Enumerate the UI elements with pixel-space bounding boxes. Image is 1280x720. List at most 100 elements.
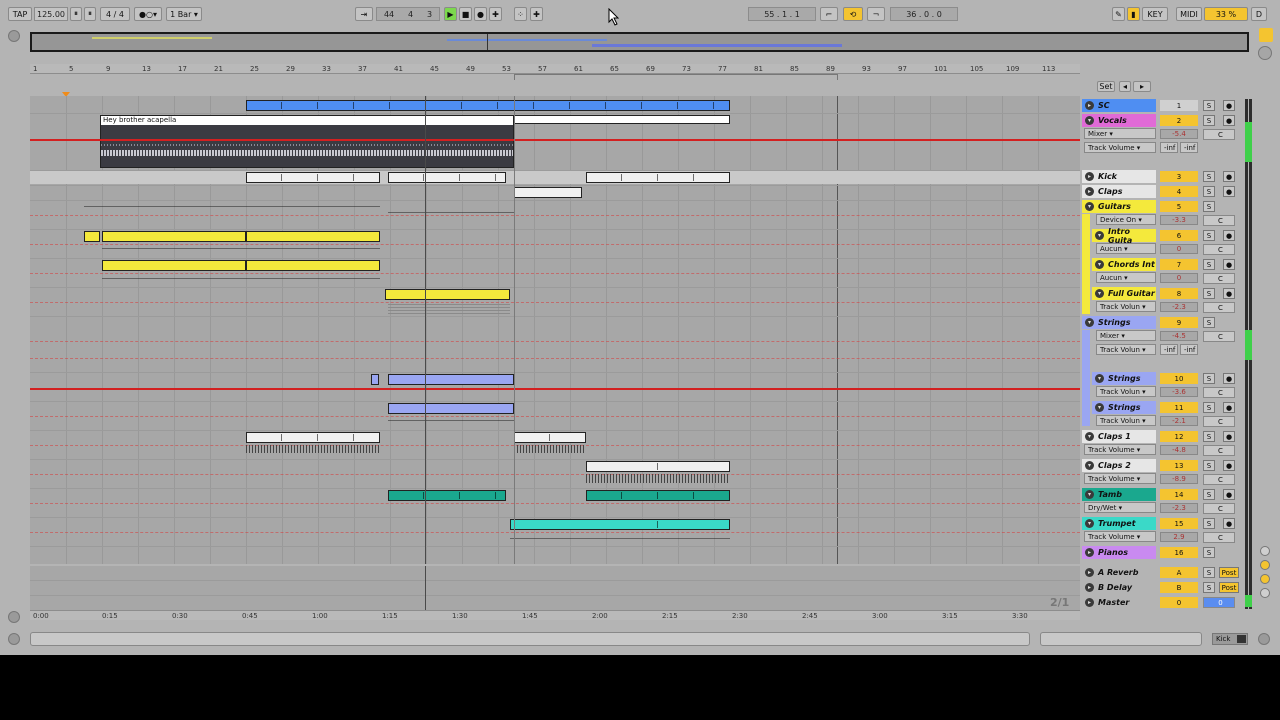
solo-button[interactable]: S	[1203, 402, 1215, 413]
track-header-strings-group[interactable]: ▾ Strings	[1082, 316, 1156, 329]
kick-clip[interactable]	[586, 172, 730, 183]
intro-guitar-clip[interactable]	[102, 231, 246, 242]
track-number[interactable]: 13	[1160, 460, 1198, 471]
solo-button[interactable]: S	[1203, 201, 1215, 212]
nudge-down-icon[interactable]: ⏸	[70, 7, 82, 21]
volume-field[interactable]: -4.8	[1160, 445, 1198, 455]
fold-icon[interactable]: ▸	[1085, 548, 1094, 557]
quantize-menu[interactable]: 1 Bar ▾	[166, 7, 202, 21]
device-chooser[interactable]: Mixer ▾	[1096, 330, 1156, 341]
pan-field[interactable]: C	[1203, 129, 1235, 140]
vocals-automation-line[interactable]	[30, 139, 1080, 141]
overdub-icon[interactable]: ✚	[489, 7, 502, 21]
device-chooser[interactable]: Aucun ▾	[1096, 272, 1156, 283]
return-letter[interactable]: B	[1160, 582, 1198, 593]
track-number[interactable]: 2	[1160, 115, 1198, 126]
beat-time-ruler[interactable]: 1 5 9 13 17 21 25 29 33 37 41 45 49 53 5…	[30, 64, 1080, 74]
trumpet-clip[interactable]	[510, 519, 730, 530]
return-letter[interactable]: A	[1160, 567, 1198, 578]
fold-icon[interactable]: ▾	[1085, 202, 1094, 211]
volume-field[interactable]: -8.9	[1160, 474, 1198, 484]
track-header-pianos[interactable]: ▸ Pianos	[1082, 546, 1156, 559]
track-number[interactable]: 5	[1160, 201, 1198, 212]
arrangement-view[interactable]: Hey brother acapella	[30, 96, 1080, 564]
punch-in-icon[interactable]: ⌐	[820, 7, 838, 21]
track-header-tamb[interactable]: ▾ Tamb	[1082, 488, 1156, 501]
claps-clip[interactable]	[514, 187, 582, 198]
fold-icon[interactable]: ▸	[1085, 598, 1094, 607]
arm-button[interactable]: ●	[1223, 288, 1235, 299]
solo-button[interactable]: S	[1203, 460, 1215, 471]
arm-button[interactable]: ●	[1223, 431, 1235, 442]
volume-field[interactable]: -2.3	[1160, 302, 1198, 312]
intro-guitar-clip[interactable]	[84, 231, 100, 242]
automation-arm-icon[interactable]: ⁘	[514, 7, 527, 21]
parameter-chooser[interactable]: Track Volume ▾	[1084, 142, 1156, 153]
arrangement-overview[interactable]	[30, 32, 1249, 52]
solo-button[interactable]: S	[1203, 567, 1215, 578]
fold-icon[interactable]: ▾	[1085, 490, 1094, 499]
device-chooser[interactable]: Mixer ▾	[1084, 128, 1156, 139]
send-a-field[interactable]: -inf	[1160, 344, 1178, 355]
fold-icon[interactable]: ▾	[1095, 374, 1104, 383]
loop-start-field[interactable]: 55 . 1 . 1	[748, 7, 816, 21]
fold-icon[interactable]: ▾	[1085, 519, 1094, 528]
track-header-vocals[interactable]: ▾ Vocals	[1082, 114, 1156, 127]
arm-button[interactable]: ●	[1223, 518, 1235, 529]
full-guitar-clip[interactable]	[385, 289, 510, 300]
volume-field[interactable]: -4.5	[1160, 331, 1198, 341]
volume-field[interactable]: 0	[1160, 244, 1198, 254]
fold-icon[interactable]: ▾	[1085, 116, 1094, 125]
post-button[interactable]: Post	[1219, 582, 1239, 593]
track-number[interactable]: 9	[1160, 317, 1198, 328]
locator-prev-icon[interactable]: ◂	[1119, 81, 1131, 92]
midi-map-button[interactable]: MIDI	[1176, 7, 1202, 21]
kick-clip[interactable]	[246, 172, 380, 183]
arm-button[interactable]: ●	[1223, 489, 1235, 500]
arm-button[interactable]: ●	[1223, 259, 1235, 270]
device-chooser[interactable]: Device On ▾	[1096, 214, 1156, 225]
track-header-strings-10[interactable]: ▾ Strings	[1092, 372, 1156, 385]
solo-button[interactable]: S	[1203, 186, 1215, 197]
track-number[interactable]: 8	[1160, 288, 1198, 299]
track-header-guitars[interactable]: ▾ Guitars	[1082, 200, 1156, 213]
track-header-kick[interactable]: ▸ Kick	[1082, 170, 1156, 183]
intro-guitar-clip[interactable]	[246, 231, 380, 242]
arm-button[interactable]: ●	[1223, 460, 1235, 471]
mixer-toggle-icon[interactable]	[1260, 588, 1270, 598]
loop-switch-icon[interactable]: ⟲	[843, 7, 863, 21]
pan-field[interactable]: C	[1203, 331, 1235, 342]
device-chooser[interactable]: Aucun ▾	[1096, 243, 1156, 254]
punch-out-icon[interactable]: ¬	[867, 7, 885, 21]
fold-icon[interactable]: ▸	[1085, 568, 1094, 577]
back-to-arrangement-icon[interactable]: ✚	[530, 7, 543, 21]
master-volume[interactable]: 0	[1160, 597, 1198, 608]
parameter-chooser[interactable]: Track Volun ▾	[1096, 344, 1156, 355]
fold-icon[interactable]: ▸	[1085, 101, 1094, 110]
track-number[interactable]: 15	[1160, 518, 1198, 529]
detail-view-icon[interactable]	[1259, 28, 1273, 42]
fold-icon[interactable]: ▾	[1085, 461, 1094, 470]
parameter-chooser[interactable]: Track Volun ▾	[1096, 301, 1156, 312]
post-button[interactable]: Post	[1219, 567, 1239, 578]
draw-mode-icon[interactable]: ✎	[1112, 7, 1125, 21]
strings-clip[interactable]	[388, 374, 514, 385]
track-number[interactable]: 3	[1160, 171, 1198, 182]
vocals-clip[interactable]: Hey brother acapella	[100, 115, 514, 168]
arm-button[interactable]: ●	[1223, 230, 1235, 241]
track-header-strings-11[interactable]: ▾ Strings	[1092, 401, 1156, 414]
pan-field[interactable]: C	[1203, 244, 1235, 255]
strings-clip[interactable]	[371, 374, 379, 385]
claps2-clip[interactable]	[586, 461, 730, 472]
pan-field[interactable]: C	[1203, 445, 1235, 456]
track-number[interactable]: 11	[1160, 402, 1198, 413]
follow-icon[interactable]: ⇥	[355, 7, 373, 21]
volume-field[interactable]: -5.4	[1160, 129, 1198, 139]
returns-toggle-icon[interactable]	[1260, 574, 1270, 584]
arm-button[interactable]: ●	[1223, 373, 1235, 384]
volume-field[interactable]: 0	[1160, 273, 1198, 283]
fold-icon[interactable]: ▾	[1085, 432, 1094, 441]
scroll-up-icon[interactable]	[1258, 46, 1272, 60]
time-signature-field[interactable]: 4 / 4	[100, 7, 130, 21]
track-number[interactable]: 10	[1160, 373, 1198, 384]
